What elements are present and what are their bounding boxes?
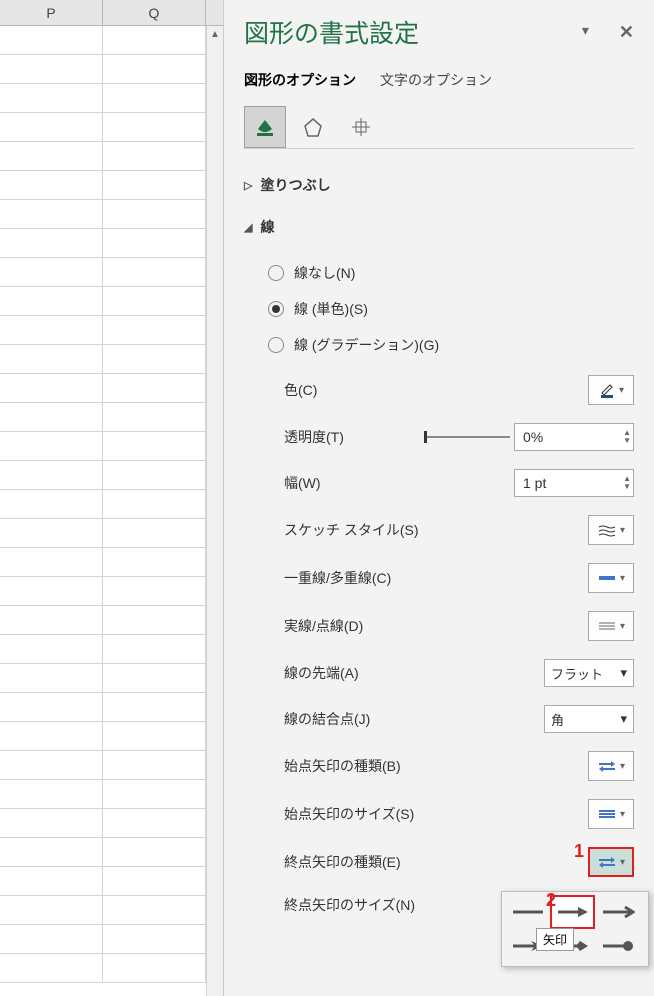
radio-no-line-label: 線なし(N) [294,263,355,283]
col-header-gap [206,0,223,25]
arrow-type-popup: 2 [501,891,649,967]
radio-no-line[interactable]: 線なし(N) [268,255,634,291]
fill-line-tab-icon[interactable] [244,106,286,148]
annotation-1: 1 [574,841,584,862]
dash-type-button[interactable]: ▾ [588,611,634,641]
size-tab-icon[interactable] [340,106,382,148]
width-spinbox[interactable]: 1 pt ▲▼ [514,469,634,497]
color-picker-button[interactable]: ▾ [588,375,634,405]
color-label: 色(C) [284,380,317,400]
vertical-scrollbar[interactable]: ▲ [206,26,223,996]
transparency-spinbox[interactable]: 0% ▲▼ [514,423,634,451]
transparency-label: 透明度(T) [284,427,344,447]
format-shape-panel: 図形の書式設定 ▾ ✕ 図形のオプション 文字のオプション ▷ 塗りつぶし ◢ … [224,0,654,996]
radio-solid-line[interactable]: 線 (単色)(S) [268,291,634,327]
arrow-tooltip: 矢印 [536,928,574,951]
transparency-slider[interactable] [424,436,510,438]
caret-down-icon: ▾ [620,711,627,727]
width-value: 1 pt [523,475,546,491]
cap-value: フラット [551,664,603,683]
arrow-option-none[interactable] [505,895,550,929]
radio-gradient-line-label: 線 (グラデーション)(G) [294,335,439,355]
dash-label: 実線/点線(D) [284,616,363,636]
join-type-combo[interactable]: 角 ▾ [544,705,634,733]
scroll-up-arrow[interactable]: ▲ [207,26,223,43]
join-value: 角 [551,710,564,729]
caret-down-icon: ▾ [620,665,627,681]
caret-down-icon: ▾ [620,761,625,772]
begin-arrow-size-label: 始点矢印のサイズ(S) [284,804,414,824]
sketch-label: スケッチ スタイル(S) [284,520,419,540]
tab-text-options[interactable]: 文字のオプション [380,70,492,90]
radio-solid-line-label: 線 (単色)(S) [294,299,368,319]
begin-arrow-type-button[interactable]: ▾ [588,751,634,781]
begin-arrow-type-label: 始点矢印の種類(B) [284,756,401,776]
end-arrow-type-label: 終点矢印の種類(E) [284,852,401,872]
cap-label: 線の先端(A) [284,663,359,683]
arrow-option-open[interactable] [595,895,640,929]
col-header-p[interactable]: P [0,0,103,25]
sketch-style-button[interactable]: ▾ [588,515,634,545]
caret-down-icon: ▾ [620,809,625,820]
width-label: 幅(W) [284,473,321,493]
expand-right-icon: ▷ [244,179,252,192]
col-header-q[interactable]: Q [103,0,206,25]
end-arrow-size-label: 終点矢印のサイズ(N) [284,895,415,915]
cap-type-combo[interactable]: フラット ▾ [544,659,634,687]
grid-rows[interactable] [0,26,206,996]
effects-tab-icon[interactable] [292,106,334,148]
caret-down-icon: ▾ [619,385,624,396]
arrow-option-oval[interactable] [595,929,640,963]
spreadsheet-grid[interactable]: P Q [0,0,224,996]
compound-type-button[interactable]: ▾ [588,563,634,593]
line-section-label: 線 [260,217,274,237]
scroll-track[interactable] [207,43,223,996]
radio-icon [268,337,284,353]
caret-down-icon: ▾ [620,525,625,536]
radio-gradient-line[interactable]: 線 (グラデーション)(G) [268,327,634,363]
begin-arrow-size-button[interactable]: ▾ [588,799,634,829]
tab-shape-options[interactable]: 図形のオプション [244,70,356,90]
panel-title: 図形の書式設定 [244,14,419,50]
radio-icon [268,301,284,317]
join-label: 線の結合点(J) [284,709,370,729]
caret-down-icon: ▾ [620,857,625,868]
arrow-option-triangle[interactable] [550,895,595,929]
end-arrow-type-button[interactable]: ▾ [588,847,634,877]
column-headers: P Q [0,0,223,26]
fill-section-label: 塗りつぶし [260,175,330,195]
caret-down-icon: ▾ [620,573,625,584]
compound-label: 一重線/多重線(C) [284,568,391,588]
line-section-header[interactable]: ◢ 線 [244,209,634,245]
radio-icon [268,265,284,281]
caret-down-icon: ▾ [620,621,625,632]
expand-down-icon: ◢ [244,221,252,234]
close-icon[interactable]: ✕ [619,22,634,43]
annotation-2: 2 [546,890,556,911]
fill-section-header[interactable]: ▷ 塗りつぶし [244,167,634,203]
panel-dropdown-icon[interactable]: ▾ [582,22,589,43]
transparency-value: 0% [523,429,543,445]
